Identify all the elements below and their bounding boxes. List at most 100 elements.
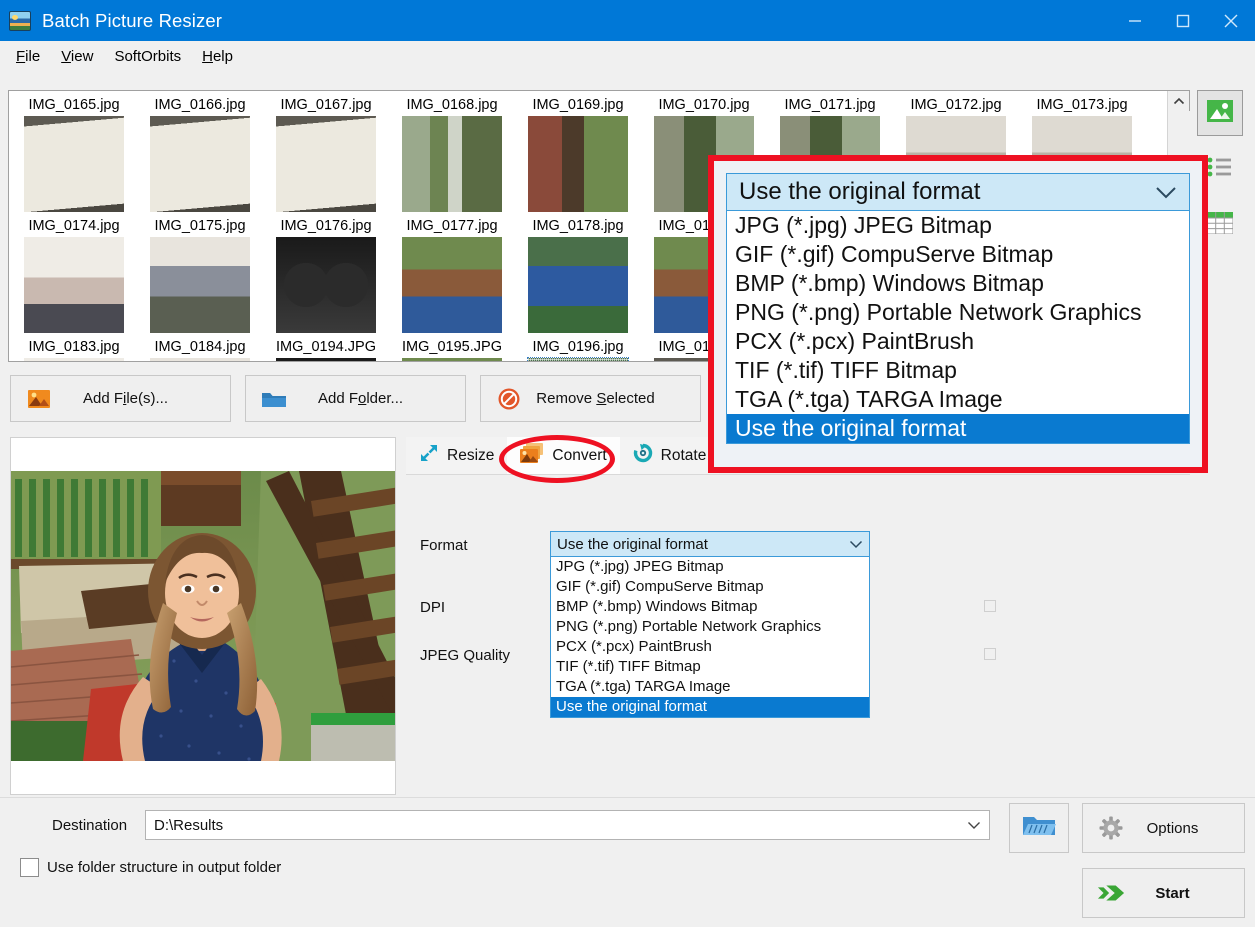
callout-format-option[interactable]: TGA (*.tga) TARGA Image	[727, 385, 1189, 414]
file-list-item[interactable]: IMG_0183.jpg	[11, 337, 137, 361]
add-files-button[interactable]: Add File(s)...	[10, 375, 231, 422]
file-name-label: IMG_0166.jpg	[154, 97, 246, 113]
add-folder-button[interactable]: Add Folder...	[245, 375, 466, 422]
green-arrow-icon	[1097, 882, 1125, 904]
file-list-item[interactable]: IMG_0168.jpg	[389, 95, 515, 216]
jpeg-quality-label-row: JPEG Quality	[420, 647, 550, 664]
file-name-label: IMG_0194.JPG	[276, 339, 376, 355]
callout-format-combo-box[interactable]: Use the original format	[726, 173, 1190, 211]
format-option[interactable]: Use the original format	[551, 697, 869, 717]
folder-structure-checkbox[interactable]	[20, 858, 39, 877]
tab-rotate-label: Rotate	[660, 446, 707, 464]
callout-format-option[interactable]: PCX (*.pcx) PaintBrush	[727, 327, 1189, 356]
format-option[interactable]: JPG (*.jpg) JPEG Bitmap	[551, 557, 869, 577]
minimize-icon[interactable]	[1111, 0, 1159, 41]
file-list-item[interactable]: IMG_0184.jpg	[137, 337, 263, 361]
format-selected-value: Use the original format	[557, 535, 708, 553]
file-thumbnail	[276, 237, 376, 333]
tab-resize[interactable]: Resize	[406, 437, 508, 474]
format-option[interactable]: PCX (*.pcx) PaintBrush	[551, 637, 869, 657]
format-option-list[interactable]: JPG (*.jpg) JPEG Bitmap GIF (*.gif) Compu…	[550, 557, 870, 718]
file-thumbnail	[527, 357, 629, 361]
folder-structure-checkbox-row[interactable]: Use folder structure in output folder	[20, 858, 281, 877]
format-option[interactable]: TIF (*.tif) TIFF Bitmap	[551, 657, 869, 677]
convert-pictures-icon	[520, 443, 544, 468]
file-list-item[interactable]: IMG_0175.jpg	[137, 216, 263, 337]
callout-format-option[interactable]: TIF (*.tif) TIFF Bitmap	[727, 356, 1189, 385]
destination-input[interactable]: D:\Results	[145, 810, 990, 840]
open-folder-icon	[1022, 813, 1056, 844]
remove-selected-button[interactable]: Remove Selected	[480, 375, 701, 422]
menu-item-softorbits[interactable]: SoftOrbits	[105, 45, 190, 68]
format-option[interactable]: TGA (*.tga) TARGA Image	[551, 677, 869, 697]
file-list-item[interactable]: IMG_0165.jpg	[11, 95, 137, 216]
add-folder-label: Add Folder...	[317, 390, 404, 407]
start-button[interactable]: Start	[1082, 868, 1245, 918]
callout-format-option[interactable]: JPG (*.jpg) JPEG Bitmap	[727, 211, 1189, 240]
format-option[interactable]: BMP (*.bmp) Windows Bitmap	[551, 597, 869, 617]
file-list-item[interactable]: IMG_0176.jpg	[263, 216, 389, 337]
file-name-label: IMG_0176.jpg	[280, 218, 372, 234]
file-name-label: IMG_0174.jpg	[28, 218, 120, 234]
format-option[interactable]: PNG (*.png) Portable Network Graphics	[551, 617, 869, 637]
file-list-item[interactable]: IMG_0177.jpg	[389, 216, 515, 337]
resize-arrows-icon	[419, 443, 439, 468]
options-label: Options	[1146, 819, 1199, 837]
dpi-field-stub[interactable]	[984, 600, 996, 612]
callout-format-option[interactable]: GIF (*.gif) CompuServe Bitmap	[727, 240, 1189, 269]
chevron-down-icon[interactable]	[967, 817, 981, 834]
file-thumbnail	[276, 116, 376, 212]
bottom-separator	[0, 797, 1255, 798]
file-list-item[interactable]: IMG_0194.JPG	[263, 337, 389, 361]
file-list-item[interactable]: IMG_0174.jpg	[11, 216, 137, 337]
menu-item-file[interactable]: File	[7, 45, 49, 68]
folder-icon	[260, 389, 288, 409]
callout-format-option[interactable]: Use the original format	[727, 414, 1189, 443]
format-dropdown[interactable]: Use the original format JPG (*.jpg) JPEG…	[550, 531, 870, 718]
file-thumbnail	[402, 116, 502, 212]
grid-table-icon	[1206, 211, 1234, 239]
file-list-item[interactable]: IMG_0178.jpg	[515, 216, 641, 337]
callout-format-option[interactable]: PNG (*.png) Portable Network Graphics	[727, 298, 1189, 327]
destination-label: Destination	[52, 816, 128, 834]
file-name-label: IMG_0178.jpg	[532, 218, 624, 234]
picture-icon	[25, 389, 53, 408]
app-icon	[9, 10, 31, 31]
close-icon[interactable]	[1207, 0, 1255, 41]
options-button[interactable]: Options	[1082, 803, 1245, 853]
file-name-label: IMG_0175.jpg	[154, 218, 246, 234]
file-name-label: IMG_0172.jpg	[910, 97, 1002, 113]
settings-tab-panel: Resize Convert Rotate Format DPI JPEG Qu…	[406, 437, 1190, 795]
format-label: Format	[420, 537, 468, 554]
tab-convert-label: Convert	[552, 446, 607, 464]
menu-item-help[interactable]: Help	[193, 45, 242, 68]
maximize-icon[interactable]	[1159, 0, 1207, 41]
file-list-item[interactable]: IMG_0166.jpg	[137, 95, 263, 216]
destination-value: D:\Results	[154, 816, 224, 834]
folder-structure-label: Use folder structure in output folder	[47, 859, 282, 876]
file-name-label: IMG_0196.jpg	[532, 339, 624, 355]
file-thumbnail	[150, 116, 250, 212]
file-name-label: IMG_0170.jpg	[658, 97, 750, 113]
tab-convert[interactable]: Convert	[507, 437, 620, 474]
menu-item-view[interactable]: View	[52, 45, 102, 68]
browse-destination-button[interactable]	[1009, 803, 1069, 853]
file-name-label: IMG_0195.JPG	[402, 339, 502, 355]
callout-format-option[interactable]: BMP (*.bmp) Windows Bitmap	[727, 269, 1189, 298]
file-list-item[interactable]: IMG_0196.jpg	[515, 337, 641, 361]
format-combo-box[interactable]: Use the original format	[550, 531, 870, 557]
jpeg-quality-field-stub[interactable]	[984, 648, 996, 660]
file-list-item[interactable]: IMG_0167.jpg	[263, 95, 389, 216]
file-list-item[interactable]: IMG_0195.JPG	[389, 337, 515, 361]
callout-format-option-list[interactable]: JPG (*.jpg) JPEG Bitmap GIF (*.gif) Compu…	[726, 211, 1190, 444]
file-list-item[interactable]: IMG_0169.jpg	[515, 95, 641, 216]
file-name-label: IMG_0165.jpg	[28, 97, 120, 113]
chevron-up-icon[interactable]	[1168, 91, 1190, 111]
thumbnail-view-button[interactable]	[1197, 90, 1243, 136]
dpi-label: DPI	[420, 599, 446, 616]
tab-rotate[interactable]: Rotate	[619, 437, 720, 474]
start-label: Start	[1155, 884, 1190, 902]
format-option[interactable]: GIF (*.gif) CompuServe Bitmap	[551, 577, 869, 597]
rotate-circle-icon	[633, 443, 653, 468]
tab-resize-label: Resize	[447, 446, 495, 464]
